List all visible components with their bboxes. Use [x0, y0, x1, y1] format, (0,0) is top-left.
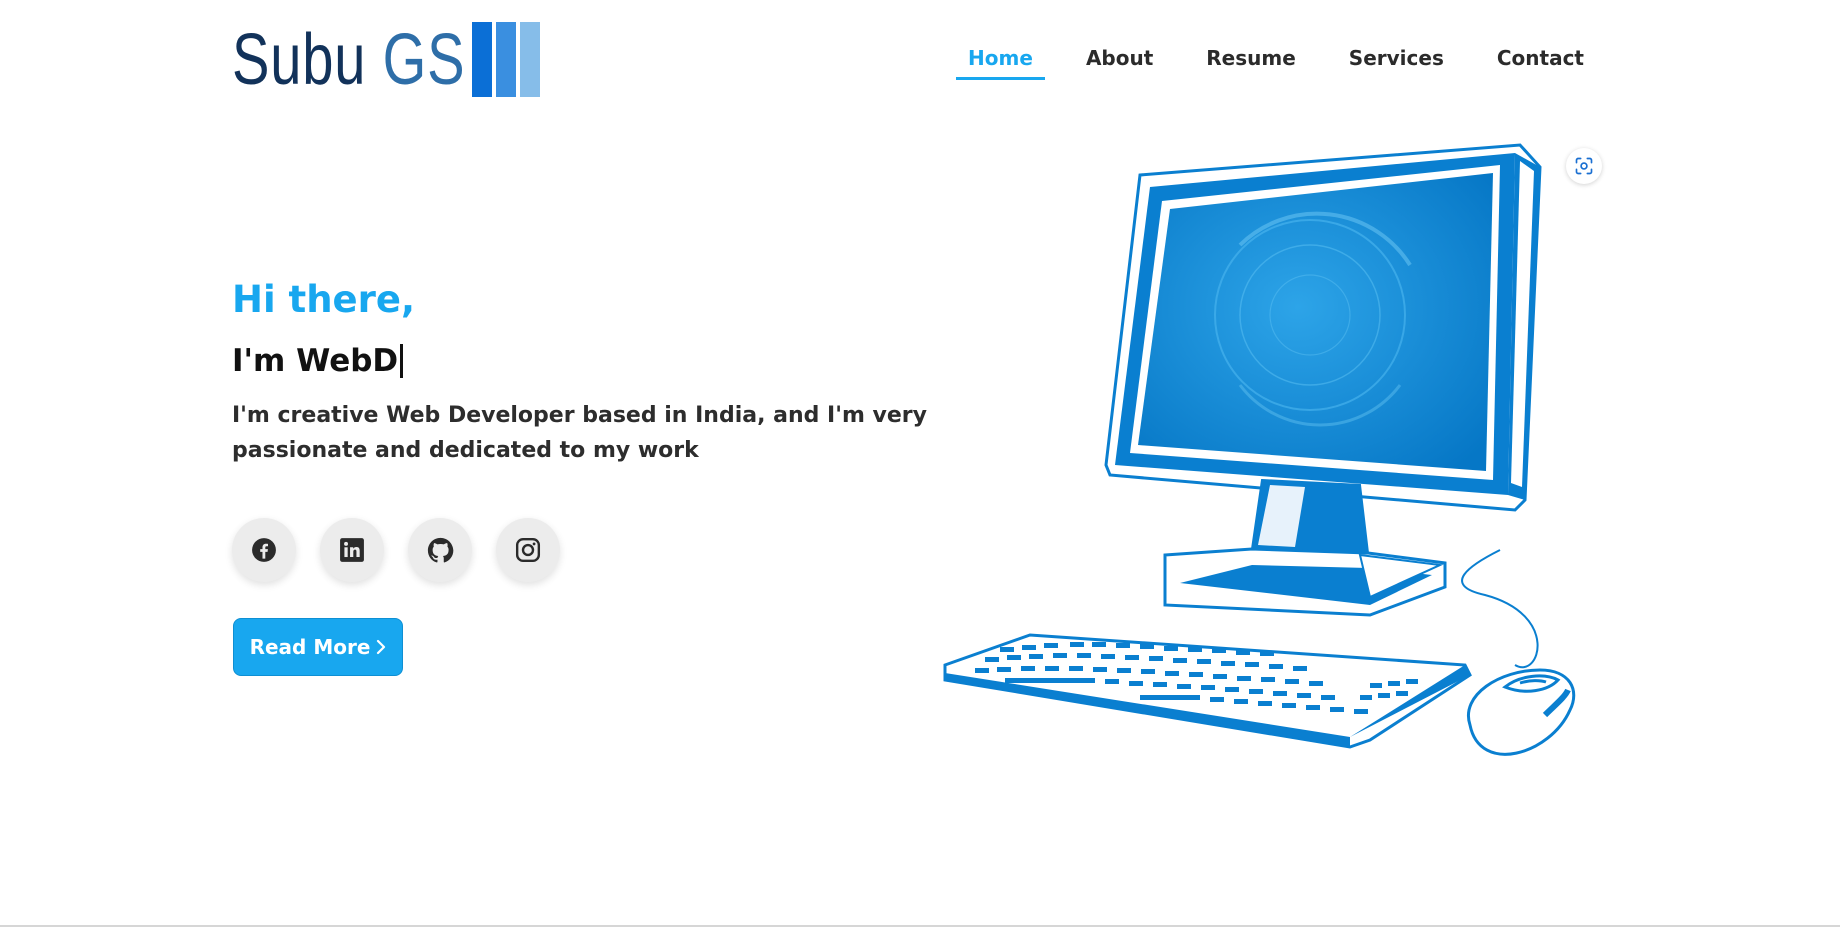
- keyboard: [943, 633, 1472, 749]
- logo-bar: [472, 22, 492, 97]
- typing-cursor: [400, 344, 404, 378]
- logo-bars: [472, 22, 540, 97]
- main-nav: Home About Resume Services Contact: [956, 44, 1596, 80]
- github-icon: [427, 537, 453, 562]
- logo-bar: [520, 22, 540, 97]
- nav-services[interactable]: Services: [1337, 44, 1456, 80]
- lens-icon: [1575, 157, 1593, 175]
- instagram-icon: [515, 537, 541, 563]
- hero-bio: I'm creative Web Developer based in Indi…: [232, 403, 927, 463]
- nav-contact[interactable]: Contact: [1485, 44, 1596, 80]
- computer-illustration: [943, 143, 1576, 756]
- site-logo[interactable]: Subu GS: [232, 22, 540, 97]
- linkedin-link[interactable]: [320, 518, 384, 582]
- facebook-link[interactable]: [232, 518, 296, 582]
- nav-home[interactable]: Home: [956, 44, 1045, 80]
- hero-greeting: Hi there,: [232, 278, 416, 321]
- social-links: [232, 518, 560, 582]
- page: Subu GS Home About Resume Services Conta…: [0, 0, 1840, 927]
- hero-role-text: I'm WebD: [232, 343, 399, 379]
- chevron-right-icon: [377, 639, 386, 655]
- read-more-button[interactable]: Read More: [233, 618, 403, 676]
- logo-bar: [496, 22, 516, 97]
- read-more-label: Read More: [249, 635, 371, 659]
- nav-resume[interactable]: Resume: [1194, 44, 1308, 80]
- instagram-link[interactable]: [496, 518, 560, 582]
- visual-search-button[interactable]: [1566, 148, 1602, 184]
- logo-text: Subu GS: [232, 24, 465, 96]
- monitor: [1104, 143, 1542, 512]
- nav-about[interactable]: About: [1074, 44, 1165, 80]
- logo-last-name: GS: [382, 19, 466, 100]
- hero-role: I'm WebD: [232, 343, 404, 379]
- logo-first-name: Subu: [232, 19, 367, 100]
- github-link[interactable]: [408, 518, 472, 582]
- mouse: [1461, 549, 1576, 756]
- linkedin-icon: [340, 538, 364, 562]
- facebook-icon: [252, 538, 276, 562]
